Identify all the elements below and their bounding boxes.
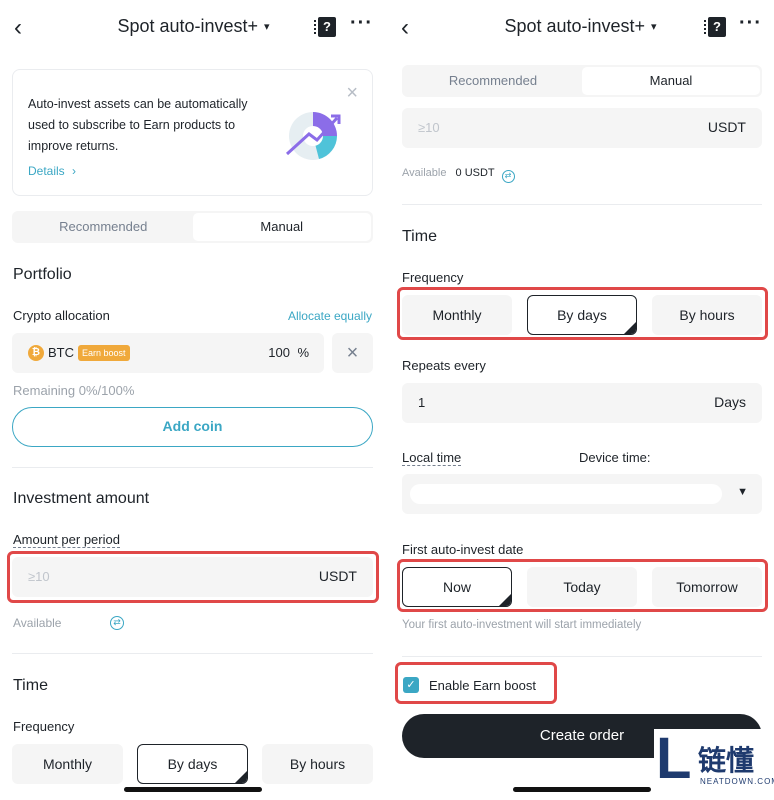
add-coin-button[interactable]: Add coin (12, 407, 373, 447)
convert-icon[interactable]: ⇄ (110, 616, 124, 630)
repeats-input[interactable]: 1 Days (402, 383, 762, 423)
frequency-by-days[interactable]: By days (137, 744, 248, 784)
amount-unit: USDT (707, 119, 746, 135)
watermark-cn-text: 链懂 (698, 744, 755, 777)
amount-input[interactable]: ≥10 USDT (402, 108, 762, 148)
watermark: L 链懂 NEATDOWN.COM (654, 729, 774, 800)
frequency-by-days[interactable]: By days (527, 295, 637, 335)
frequency-by-hours[interactable]: By hours (262, 744, 373, 784)
available-row: Available 0 USDT ⇄ (402, 167, 515, 183)
mode-tabs: Recommended Manual (402, 65, 762, 97)
nav-bar: ‹ Spot auto-invest+ ▾ ? ··· (387, 0, 774, 56)
earn-boost-badge: Earn boost (78, 345, 130, 361)
first-date-today[interactable]: Today (527, 567, 637, 607)
time-title: Time (13, 677, 48, 694)
home-indicator (124, 787, 262, 792)
frequency-label: Frequency (402, 270, 464, 285)
mode-tabs: Recommended Manual (12, 211, 373, 243)
help-book-icon[interactable]: ? (704, 17, 726, 37)
time-select[interactable]: ▼ (402, 474, 762, 514)
crypto-allocation-label: Crypto allocation (13, 308, 110, 323)
amount-unit: USDT (318, 568, 357, 584)
tab-manual[interactable]: Manual (582, 67, 760, 95)
available-label: Available (13, 616, 62, 630)
coin-percent-input[interactable]: 100 (268, 345, 290, 360)
percent-unit: % (297, 345, 309, 360)
allocate-equally-link[interactable]: Allocate equally (288, 309, 372, 323)
more-icon[interactable]: ··· (350, 12, 373, 35)
repeats-every-label: Repeats every (402, 358, 486, 373)
close-icon[interactable]: × (346, 83, 358, 103)
amount-placeholder: ≥10 (28, 569, 50, 584)
help-book-icon[interactable]: ? (314, 17, 336, 37)
first-date-tomorrow[interactable]: Tomorrow (652, 567, 762, 607)
amount-per-period-label: Amount per period (13, 532, 120, 548)
divider (402, 656, 762, 657)
frequency-monthly[interactable]: Monthly (402, 295, 512, 335)
convert-icon[interactable]: ⇄ (501, 170, 515, 183)
amount-input[interactable]: ≥10 USDT (12, 557, 373, 597)
first-date-note: Your first auto-investment will start im… (402, 619, 642, 631)
chevron-right-icon: › (72, 164, 77, 178)
amount-placeholder: ≥10 (418, 120, 440, 135)
watermark-en-text: NEATDOWN.COM (700, 777, 774, 786)
time-title: Time (402, 228, 437, 245)
nav-bar: ‹ Spot auto-invest+ ▾ ? ··· (0, 0, 387, 56)
earn-banner: Auto-invest assets can be automatically … (12, 69, 373, 196)
banner-text: Auto-invest assets can be automatically … (28, 97, 248, 153)
divider (12, 653, 373, 654)
repeats-value: 1 (418, 395, 426, 410)
chevron-down-icon[interactable]: ▾ (264, 21, 270, 33)
coin-row: ₿ BTC Earn boost 100 % (12, 333, 324, 373)
chevron-down-icon[interactable]: ▾ (651, 21, 657, 33)
watermark-logo-letter: L (656, 726, 692, 791)
investment-amount-title: Investment amount (13, 490, 150, 507)
portfolio-title: Portfolio (13, 266, 72, 283)
frequency-by-hours[interactable]: By hours (652, 295, 762, 335)
left-screen: ‹ Spot auto-invest+ ▾ ? ··· Auto-invest a… (0, 0, 387, 800)
time-select-value (410, 484, 722, 504)
first-date-now[interactable]: Now (402, 567, 512, 607)
earn-boost-checkbox[interactable]: ✓ (403, 677, 419, 693)
home-indicator (513, 787, 651, 792)
divider (402, 204, 762, 205)
coin-symbol: BTC (48, 345, 74, 360)
remove-coin-button[interactable]: × (332, 333, 373, 373)
btc-icon: ₿ (28, 345, 44, 361)
remaining-text: Remaining 0%/100% (13, 383, 135, 398)
more-icon[interactable]: ··· (739, 12, 762, 35)
growth-chart-illustration (285, 112, 341, 160)
divider (12, 467, 373, 468)
device-time-label: Device time: (579, 450, 651, 465)
earn-boost-label[interactable]: Enable Earn boost (429, 678, 536, 693)
first-date-label: First auto-invest date (402, 542, 524, 557)
tab-recommended[interactable]: Recommended (14, 213, 193, 241)
available-value: 0 USDT (455, 167, 495, 179)
right-screen: ‹ Spot auto-invest+ ▾ ? ··· Recommended M… (387, 0, 774, 800)
banner-details-link[interactable]: Details › (28, 164, 76, 178)
frequency-label: Frequency (13, 719, 75, 734)
caret-down-icon: ▼ (737, 486, 748, 498)
tab-manual[interactable]: Manual (192, 213, 371, 241)
tab-recommended[interactable]: Recommended (404, 67, 582, 95)
frequency-monthly[interactable]: Monthly (12, 744, 123, 784)
repeats-unit: Days (714, 394, 746, 410)
local-time-label[interactable]: Local time (402, 450, 462, 466)
available-label: Available (402, 167, 447, 179)
